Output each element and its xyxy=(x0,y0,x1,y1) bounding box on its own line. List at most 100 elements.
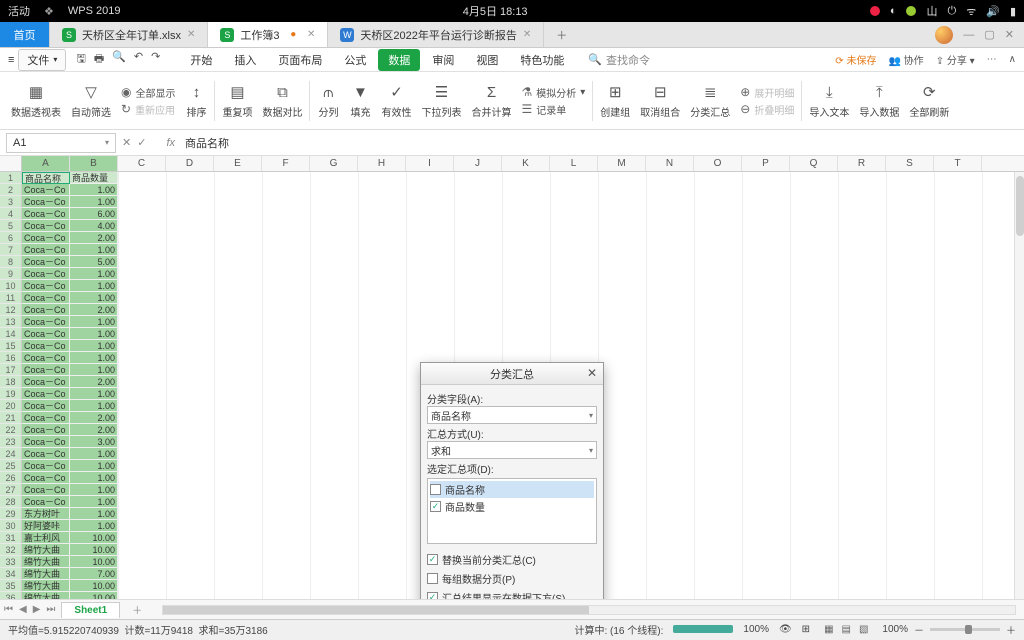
cell[interactable]: Coca－Co xyxy=(22,340,70,352)
col-header[interactable]: R xyxy=(838,156,886,171)
cell[interactable]: Coca－Co xyxy=(22,184,70,196)
cell[interactable]: Coca－Co xyxy=(22,292,70,304)
save-icon[interactable]: 🖫 xyxy=(76,50,85,69)
collab-button[interactable]: 👥 协作 xyxy=(888,52,923,67)
row-header[interactable]: 23 xyxy=(0,436,22,448)
col-header[interactable]: K xyxy=(502,156,550,171)
cell[interactable]: 2.00 xyxy=(70,412,118,424)
add-sheet-button[interactable]: ＋ xyxy=(126,602,148,617)
name-box[interactable]: A1▾ xyxy=(6,133,116,153)
col-header[interactable]: A xyxy=(22,156,70,171)
vertical-scrollbar[interactable] xyxy=(1014,172,1024,599)
cell[interactable]: Coca－Co xyxy=(22,460,70,472)
cell[interactable]: 2.00 xyxy=(70,304,118,316)
cell[interactable]: 1.00 xyxy=(70,196,118,208)
btn-fill[interactable]: ▼填充 xyxy=(344,72,376,129)
cell[interactable]: 1.00 xyxy=(70,316,118,328)
cell[interactable]: 绵竹大曲 xyxy=(22,592,70,599)
more-icon[interactable]: ⋯ xyxy=(987,54,997,65)
row-header[interactable]: 17 xyxy=(0,364,22,376)
view-buttons[interactable]: ▦▤▧ xyxy=(820,624,872,635)
field-select[interactable]: 商品名称▾ xyxy=(427,406,597,424)
cell[interactable]: 1.00 xyxy=(70,328,118,340)
close-icon[interactable]: ✕ xyxy=(523,29,531,40)
cell[interactable]: 绵竹大曲 xyxy=(22,544,70,556)
row-header[interactable]: 13 xyxy=(0,316,22,328)
cell[interactable]: 1.00 xyxy=(70,472,118,484)
row-header[interactable]: 14 xyxy=(0,328,22,340)
cell[interactable]: Coca－Co xyxy=(22,412,70,424)
cell[interactable]: 6.00 xyxy=(70,208,118,220)
cell[interactable]: 10.00 xyxy=(70,544,118,556)
cell[interactable]: 1.00 xyxy=(70,340,118,352)
btn-ungroup[interactable]: ⊟取消组合 xyxy=(635,72,685,129)
col-header[interactable]: L xyxy=(550,156,598,171)
btn-dedup[interactable]: ▤重复项 xyxy=(217,72,257,129)
btn-sort[interactable]: ↕排序 xyxy=(180,72,212,129)
cell[interactable]: Coca－Co xyxy=(22,244,70,256)
check-item-qty[interactable]: ✓商品数量 xyxy=(430,498,594,515)
redo-icon[interactable]: ↷ xyxy=(151,50,160,69)
row-header[interactable]: 4 xyxy=(0,208,22,220)
row-header[interactable]: 5 xyxy=(0,220,22,232)
col-header[interactable]: E xyxy=(214,156,262,171)
cell[interactable]: 1.00 xyxy=(70,496,118,508)
cell[interactable]: 1.00 xyxy=(70,520,118,532)
cell[interactable]: 绵竹大曲 xyxy=(22,580,70,592)
btn-record[interactable]: ☰记录单 xyxy=(521,102,585,117)
col-header[interactable]: B xyxy=(70,156,118,171)
cell[interactable]: 商品数量 xyxy=(70,172,118,184)
col-header[interactable]: D xyxy=(166,156,214,171)
cell[interactable]: 1.00 xyxy=(70,400,118,412)
row-header[interactable]: 19 xyxy=(0,388,22,400)
row-header[interactable]: 22 xyxy=(0,424,22,436)
sheet-nav-prev[interactable]: ◀ xyxy=(19,604,27,615)
wifi-icon[interactable]: ᯤ xyxy=(966,4,976,19)
btn-pivot[interactable]: ▦数据透视表 xyxy=(6,72,66,129)
fx-icon[interactable]: fx xyxy=(166,137,175,149)
eye-icon[interactable]: 👁 xyxy=(779,624,792,635)
doc-tab-2[interactable]: W 天桥区2022年平台运行诊断报告 ✕ xyxy=(328,22,544,47)
undo-icon[interactable]: ↶ xyxy=(134,50,143,69)
cell[interactable]: Coca－Co xyxy=(22,304,70,316)
preview-icon[interactable]: 🔍 xyxy=(112,50,126,69)
row-header[interactable]: 12 xyxy=(0,304,22,316)
cell[interactable]: 3.00 xyxy=(70,436,118,448)
cell[interactable]: Coca－Co xyxy=(22,496,70,508)
zoom-control[interactable]: 100% －＋ xyxy=(882,622,1016,637)
cell[interactable]: 绵竹大曲 xyxy=(22,568,70,580)
sheet-nav-last[interactable]: ⏭ xyxy=(46,604,55,615)
cell[interactable]: 2.00 xyxy=(70,376,118,388)
close-window-icon[interactable]: ✕ xyxy=(1005,28,1014,41)
select-all-corner[interactable] xyxy=(0,156,22,171)
row-header[interactable]: 28 xyxy=(0,496,22,508)
row-header[interactable]: 6 xyxy=(0,232,22,244)
btn-fencol[interactable]: ⫙分列 xyxy=(312,72,344,129)
row-header[interactable]: 10 xyxy=(0,280,22,292)
btn-validity[interactable]: ✓有效性 xyxy=(376,72,416,129)
tab-home[interactable]: 首页 xyxy=(0,22,50,47)
cell[interactable]: 1.00 xyxy=(70,280,118,292)
btn-group[interactable]: ⊞创建组 xyxy=(595,72,635,129)
cell[interactable]: 1.00 xyxy=(70,448,118,460)
row-header[interactable]: 21 xyxy=(0,412,22,424)
row-header[interactable]: 24 xyxy=(0,448,22,460)
btn-export[interactable]: ⤒导入数据 xyxy=(854,72,904,129)
avatar[interactable] xyxy=(935,26,953,44)
horizontal-scrollbar[interactable] xyxy=(162,605,1016,615)
new-tab-button[interactable]: ＋ xyxy=(544,22,579,47)
row-header[interactable]: 11 xyxy=(0,292,22,304)
row-header[interactable]: 35 xyxy=(0,580,22,592)
col-header[interactable]: M xyxy=(598,156,646,171)
cell[interactable]: Coca－Co xyxy=(22,208,70,220)
print-icon[interactable]: 🖶 xyxy=(94,50,104,69)
btn-import[interactable]: ⤓导入文本 xyxy=(804,72,854,129)
btn-autofilter[interactable]: ▽自动筛选 xyxy=(66,72,116,129)
cell[interactable]: 2.00 xyxy=(70,424,118,436)
cell[interactable]: 绵竹大曲 xyxy=(22,556,70,568)
cell[interactable]: 1.00 xyxy=(70,352,118,364)
row-header[interactable]: 3 xyxy=(0,196,22,208)
cell[interactable]: 1.00 xyxy=(70,484,118,496)
cell[interactable]: 7.00 xyxy=(70,568,118,580)
col-header[interactable]: N xyxy=(646,156,694,171)
